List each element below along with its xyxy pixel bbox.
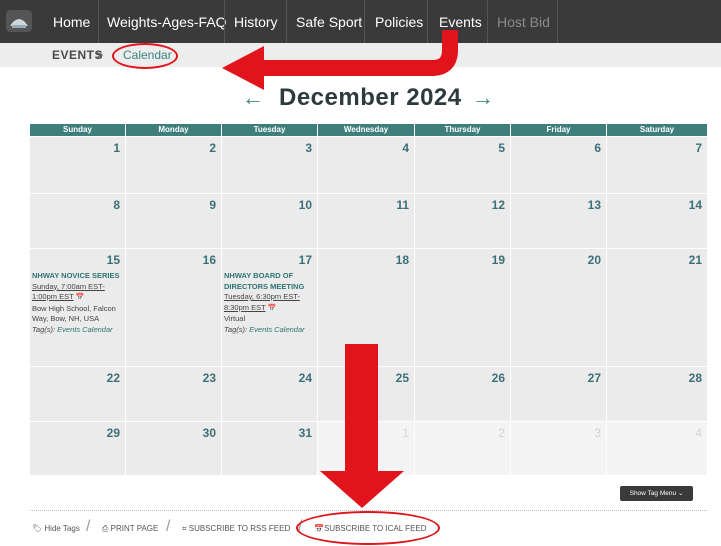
annotation-arrow-curve-head <box>222 46 264 90</box>
annotation-arrows <box>222 30 458 508</box>
annotation-arrow-down-head <box>320 471 404 508</box>
annotation-arrow-curve <box>262 30 458 76</box>
annotation-arrow-down-shaft <box>345 344 378 472</box>
